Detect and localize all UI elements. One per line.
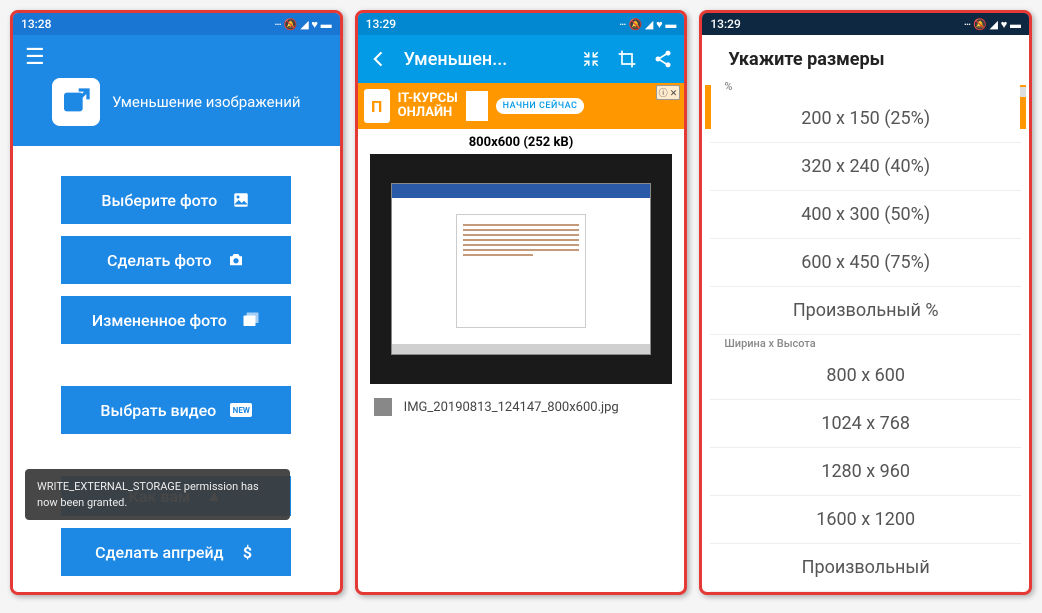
background-peek [1020,87,1026,97]
home-body: Выберите фото Сделать фото Измененное фо… [13,146,340,592]
app-header: ☰ Уменьшение изображений [13,35,340,146]
camera-icon [226,250,246,270]
dialog-title: Укажите размеры [710,35,1021,78]
ad-banner[interactable]: П IT-КУРСЫ ОНЛАЙН НАЧНИ СЕЙЧАС ⓘ ✕ [358,83,685,129]
screenshot-home: 13:28 ··· 🔕 ◢ ♥ ▬ ☰ Уменьшение изображен… [10,10,343,595]
choose-video-button[interactable]: Выбрать видео NEW [61,386,291,434]
dollar-icon: $ [238,542,258,562]
gallery-icon [241,310,261,330]
app-title: Уменьшение изображений [112,93,300,111]
ad-text: IT-КУРСЫ ОНЛАЙН [398,92,458,121]
preview-content [391,183,651,356]
size-dialog: Укажите размеры % 200 x 150 (25%) 320 x … [710,35,1021,592]
upgrade-button[interactable]: Сделать апгрейд $ [61,528,291,576]
image-preview[interactable] [370,154,673,384]
file-row[interactable]: IMG_20190813_124147_800x600.jpg [358,384,685,430]
size-option[interactable]: 1600 x 1200 [710,496,1021,544]
filename: IMG_20190813_124147_800x600.jpg [404,400,619,415]
ad-graphic-icon [466,91,488,121]
size-option[interactable]: 1280 x 960 [710,448,1021,496]
file-image-icon [374,398,392,416]
background-peek [705,85,711,129]
image-icon [231,190,251,210]
button-label: Выберите фото [101,191,217,210]
status-time: 13:28 [21,17,51,31]
size-option-custom[interactable]: Произвольный [710,544,1021,592]
button-label: Выбрать видео [100,401,216,420]
choose-photo-button[interactable]: Выберите фото [61,176,291,224]
resized-photo-button[interactable]: Измененное фото [61,296,291,344]
size-option[interactable]: 600 x 450 (75%) [710,239,1021,287]
section-wxh: Ширина x Высота [710,335,1021,352]
toolbar: Уменьшен... [358,35,685,83]
status-bar: 13:29 ··· 🔕 ◢ ♥ ▬ [358,13,685,35]
size-option[interactable]: 200 x 150 (25%) [710,95,1021,143]
screenshot-size-dialog: 13:29 ··· 🔕 ◢ ♥ ▬ Укажите размеры % 200 … [699,10,1032,595]
button-label: Измененное фото [92,311,227,330]
ad-logo-icon: П [364,89,390,123]
new-badge-icon: NEW [230,403,252,417]
button-label: Сделать апгрейд [95,543,223,562]
permission-toast: WRITE_EXTERNAL_STORAGE permission has no… [25,469,290,520]
status-icons: ··· 🔕 ◢ ♥ ▬ [964,18,1021,31]
ad-cta-button[interactable]: НАЧНИ СЕЙЧАС [496,98,585,114]
section-percent: % [710,78,1021,95]
crop-icon[interactable] [616,48,638,70]
take-photo-button[interactable]: Сделать фото [61,236,291,284]
toolbar-title: Уменьшен... [404,49,567,70]
status-time: 13:29 [366,17,396,31]
size-option[interactable]: 1024 x 768 [710,400,1021,448]
collapse-icon[interactable] [580,48,602,70]
logo-row: Уменьшение изображений [25,78,328,126]
status-bar: 13:28 ··· 🔕 ◢ ♥ ▬ [13,13,340,35]
hamburger-icon[interactable]: ☰ [25,45,328,70]
image-dimensions: 800x600 (252 kB) [358,129,685,154]
size-option-custom-pct[interactable]: Произвольный % [710,287,1021,335]
status-icons: ··· 🔕 ◢ ♥ ▬ [619,18,676,31]
status-icons: ··· 🔕 ◢ ♥ ▬ [274,18,331,31]
status-time: 13:29 [710,17,740,31]
size-option[interactable]: 400 x 300 (50%) [710,191,1021,239]
status-bar: 13:29 ··· 🔕 ◢ ♥ ▬ [702,13,1029,35]
size-option[interactable]: 320 x 240 (40%) [710,143,1021,191]
share-icon[interactable] [652,48,674,70]
back-icon[interactable] [368,48,390,70]
button-label: Сделать фото [107,251,212,270]
screenshot-preview: 13:29 ··· 🔕 ◢ ♥ ▬ Уменьшен... П IT-КУРСЫ… [355,10,688,595]
size-option[interactable]: 800 x 600 [710,352,1021,400]
ad-close-icon[interactable]: ⓘ ✕ [656,85,681,100]
app-logo-icon [52,78,100,126]
